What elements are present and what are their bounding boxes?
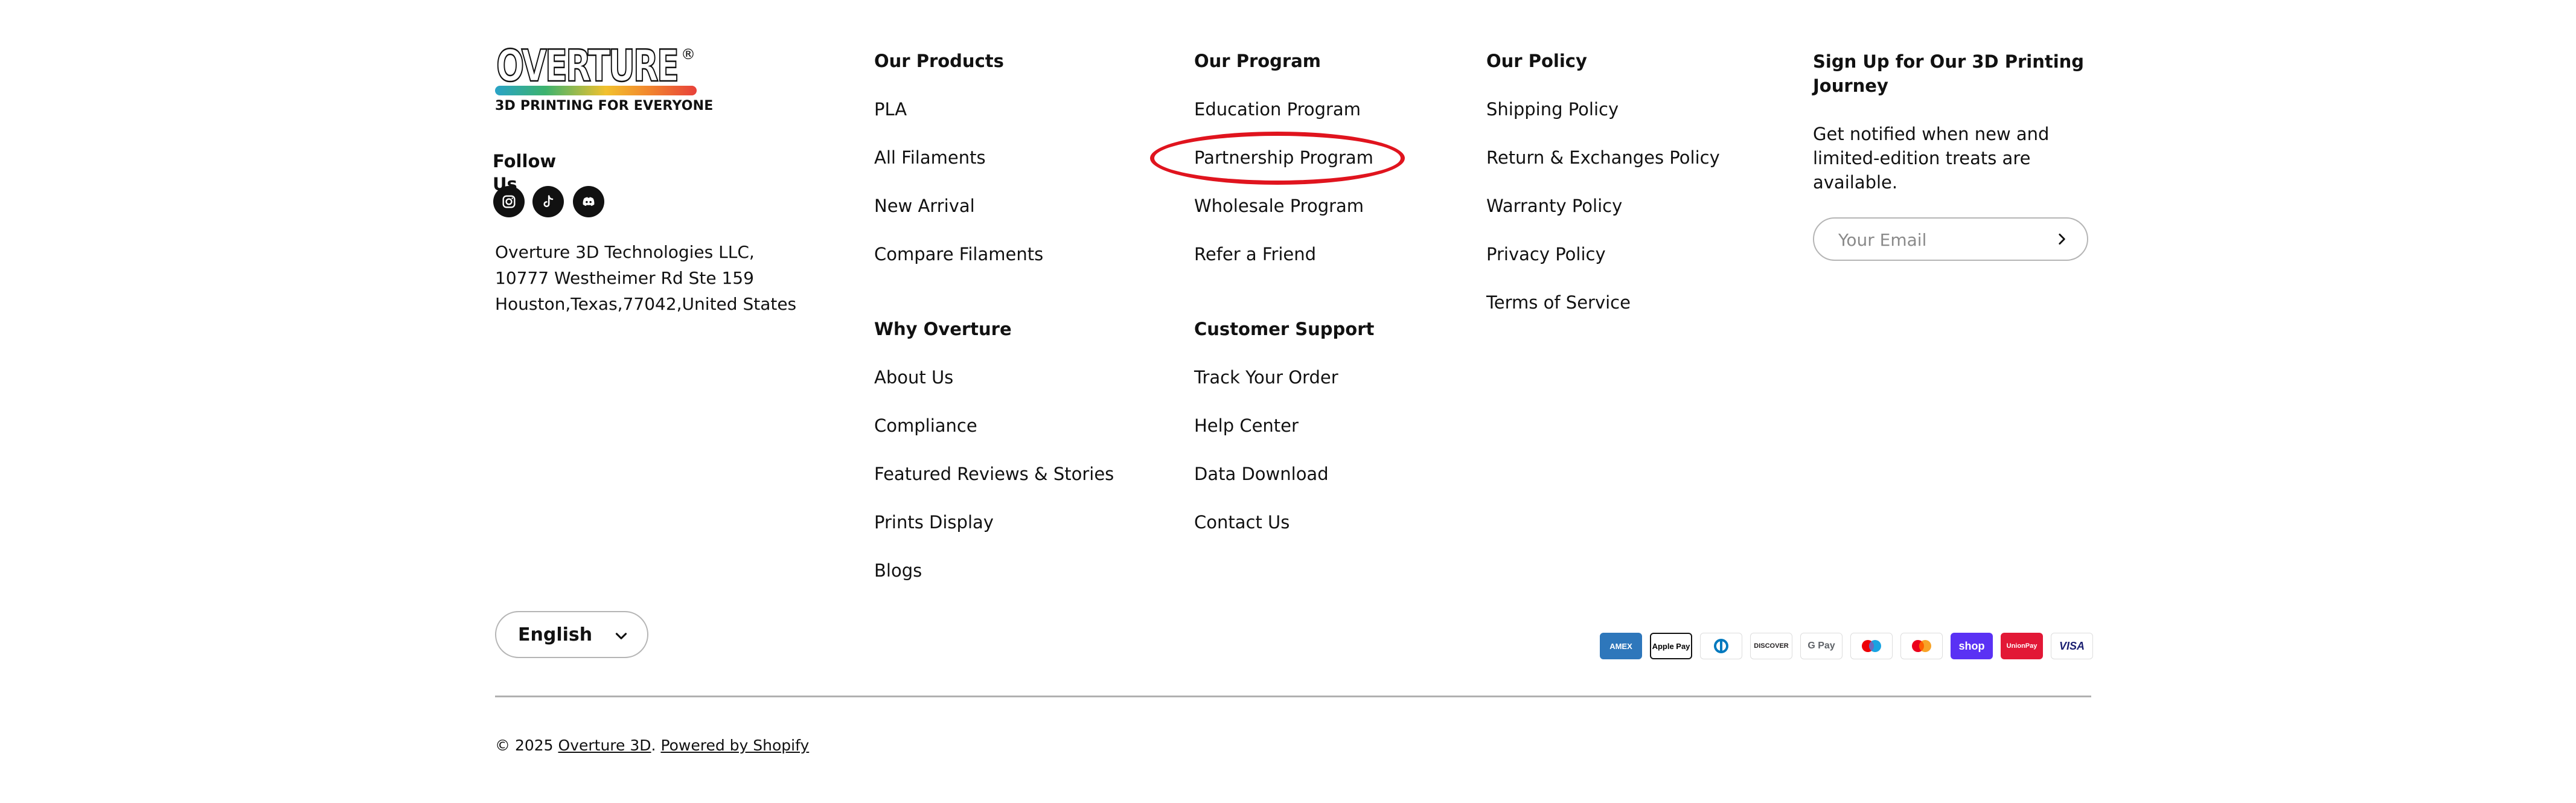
maestro-mark bbox=[1862, 640, 1881, 652]
footer-link-blogs[interactable]: Blogs bbox=[874, 560, 922, 581]
payment-label: AMEX bbox=[1609, 641, 1632, 651]
footer-link-featured-reviews[interactable]: Featured Reviews & Stories bbox=[874, 464, 1114, 484]
amex-icon: AMEX bbox=[1600, 633, 1642, 659]
address-line: 10777 Westheimer Rd Ste 159 bbox=[495, 268, 754, 288]
footer-link-pla[interactable]: PLA bbox=[874, 99, 907, 120]
logo-registered-mark: ® bbox=[681, 46, 694, 63]
footer-link-compare-filaments[interactable]: Compare Filaments bbox=[874, 244, 1043, 264]
footer-link-contact-us[interactable]: Contact Us bbox=[1194, 512, 1290, 533]
copyright-year: © 2025 bbox=[495, 737, 554, 754]
address-line: Overture 3D Technologies LLC, bbox=[495, 242, 755, 262]
payment-label: G Pay bbox=[1807, 641, 1835, 651]
footer-link-refer-a-friend[interactable]: Refer a Friend bbox=[1194, 244, 1316, 264]
language-selector[interactable]: English bbox=[495, 611, 648, 658]
address-line: Houston,Texas,77042,United States bbox=[495, 294, 797, 314]
google-pay-icon: G Pay bbox=[1800, 633, 1843, 659]
email-input[interactable] bbox=[1837, 219, 2045, 261]
diners-club-mark bbox=[1714, 639, 1728, 653]
logo-rainbow-bar bbox=[495, 86, 697, 95]
customer-support-heading: Customer Support bbox=[1194, 319, 1375, 339]
footer-link-data-download[interactable]: Data Download bbox=[1194, 464, 1329, 484]
footer-link-warranty-policy[interactable]: Warranty Policy bbox=[1486, 196, 1622, 216]
discord-icon bbox=[583, 197, 595, 206]
chevron-down-icon bbox=[615, 633, 627, 639]
company-link[interactable]: Overture 3D bbox=[558, 737, 651, 754]
footer-link-prints-display[interactable]: Prints Display bbox=[874, 512, 994, 533]
chevron-right-icon bbox=[2059, 234, 2065, 245]
footer-link-partnership-program[interactable]: Partnership Program bbox=[1194, 147, 1373, 168]
signup-description: Get notified when new and limited-editio… bbox=[1813, 124, 2050, 193]
footer-link-privacy-policy[interactable]: Privacy Policy bbox=[1486, 244, 1606, 264]
mastercard-mark bbox=[1912, 640, 1931, 652]
footer-link-shipping-policy[interactable]: Shipping Policy bbox=[1486, 99, 1619, 120]
copyright-line: © 2025 Overture 3D. Powered by Shopify bbox=[495, 737, 809, 754]
footer-divider bbox=[495, 696, 2091, 697]
apple-pay-icon: Apple Pay bbox=[1650, 633, 1692, 659]
payment-label: Apple Pay bbox=[1652, 641, 1690, 651]
tiktok-icon bbox=[543, 195, 554, 208]
tiktok-link[interactable] bbox=[532, 186, 564, 217]
payment-label: VISA bbox=[2059, 639, 2085, 652]
payment-label: shop bbox=[1958, 639, 1985, 652]
instagram-link[interactable] bbox=[493, 186, 525, 217]
copyright-separator: . bbox=[651, 737, 656, 754]
logo-tagline: 3D PRINTING FOR EVERYONE bbox=[495, 98, 714, 114]
footer-link-help-center[interactable]: Help Center bbox=[1194, 415, 1299, 436]
shop-pay-icon: shop bbox=[1951, 633, 1993, 659]
discord-link[interactable] bbox=[573, 186, 604, 217]
footer-link-compliance[interactable]: Compliance bbox=[874, 415, 977, 436]
instagram-icon bbox=[502, 195, 516, 208]
our-policy-heading: Our Policy bbox=[1486, 51, 1587, 71]
signup-heading: Sign Up for Our 3D Printing Journey bbox=[1813, 51, 2085, 96]
footer-link-wholesale-program[interactable]: Wholesale Program bbox=[1194, 196, 1364, 216]
visa-icon: VISA bbox=[2051, 633, 2093, 659]
footer-link-return-exchanges-policy[interactable]: Return & Exchanges Policy bbox=[1486, 147, 1720, 168]
brand-logo[interactable]: OVERTURE ® bbox=[495, 40, 695, 92]
footer-link-education-program[interactable]: Education Program bbox=[1194, 99, 1361, 120]
footer-link-terms-of-service[interactable]: Terms of Service bbox=[1486, 292, 1631, 313]
discover-icon: DISCOVER bbox=[1750, 633, 1792, 659]
payment-label: DISCOVER bbox=[1754, 642, 1789, 650]
payment-label: UnionPay bbox=[2006, 642, 2037, 650]
newsletter-form bbox=[1813, 217, 2088, 261]
mastercard-icon bbox=[1900, 633, 1943, 659]
footer-link-all-filaments[interactable]: All Filaments bbox=[874, 147, 986, 168]
logo-wordmark: OVERTURE ® bbox=[496, 40, 695, 92]
diners-club-icon: D bbox=[1700, 633, 1742, 659]
unionpay-icon: UnionPay bbox=[2001, 633, 2043, 659]
why-overture-heading: Why Overture bbox=[874, 319, 1012, 339]
maestro-icon bbox=[1850, 633, 1893, 659]
company-address: Overture 3D Technologies LLC, 10777 West… bbox=[495, 239, 796, 317]
footer-link-track-your-order[interactable]: Track Your Order bbox=[1194, 367, 1338, 388]
email-submit-button[interactable] bbox=[2052, 229, 2071, 249]
footer-link-new-arrival[interactable]: New Arrival bbox=[874, 196, 975, 216]
language-selected-label: English bbox=[518, 624, 593, 645]
powered-by-shopify-link[interactable]: Powered by Shopify bbox=[660, 737, 809, 754]
logo-wordmark-text: OVERTURE bbox=[496, 43, 677, 86]
our-products-heading: Our Products bbox=[874, 51, 1004, 71]
our-program-heading: Our Program bbox=[1194, 51, 1322, 71]
footer-link-about-us[interactable]: About Us bbox=[874, 367, 953, 388]
